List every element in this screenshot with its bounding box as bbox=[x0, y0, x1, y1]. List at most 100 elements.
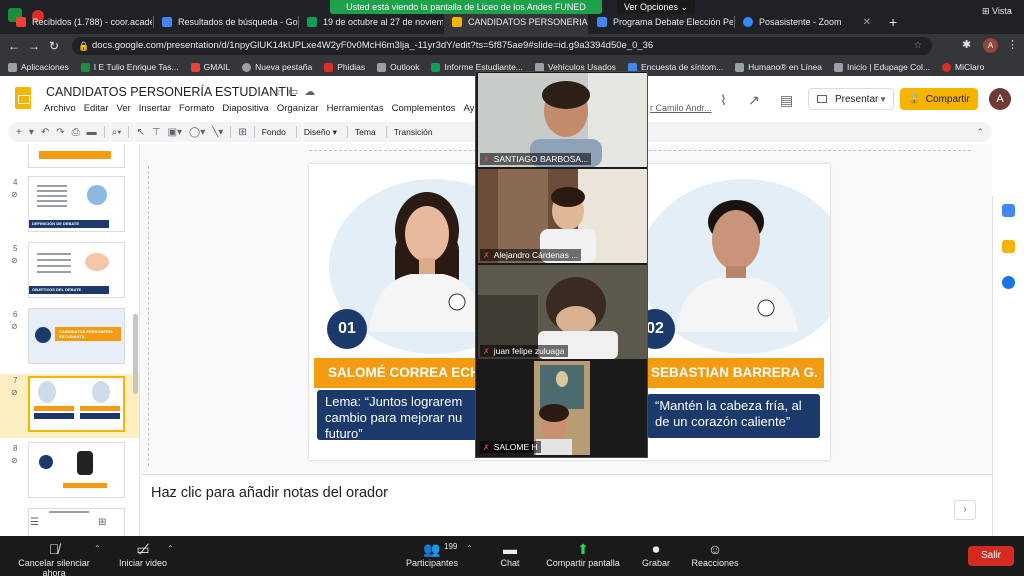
menu-diapositiva[interactable]: Diapositiva bbox=[222, 103, 268, 114]
bookmark-icon bbox=[735, 62, 745, 72]
bookmark-apps[interactable]: Aplicaciones bbox=[8, 62, 69, 72]
user-avatar[interactable]: A bbox=[989, 88, 1011, 110]
transition-button[interactable]: Transición bbox=[394, 127, 433, 137]
menu-complementos[interactable]: Complementos bbox=[392, 103, 456, 114]
bookmark-item[interactable]: Inicio | Edupage Col... bbox=[834, 62, 930, 72]
undo-icon[interactable]: ↶ bbox=[41, 127, 49, 138]
chevron-down-icon[interactable]: ▼ bbox=[879, 95, 887, 104]
menu-organizar[interactable]: Organizar bbox=[277, 103, 319, 114]
keep-icon[interactable] bbox=[1002, 240, 1015, 253]
bookmark-item[interactable]: MiClaro bbox=[942, 62, 984, 72]
print-icon[interactable]: ⎙ bbox=[72, 127, 80, 138]
unmute-button[interactable]: 🎙̸ Cancelar silenciar ahora bbox=[6, 540, 102, 576]
comment-history-icon[interactable]: ⌇ bbox=[720, 92, 727, 109]
reactions-button[interactable]: ☺ Reacciones bbox=[690, 540, 740, 568]
close-tab-icon[interactable]: ✕ bbox=[857, 17, 871, 28]
comment-add-icon[interactable]: ⊞ bbox=[238, 127, 246, 138]
participant-video[interactable]: ✗ SANTIAGO BARBOSA... bbox=[478, 73, 647, 167]
grid-view-icon[interactable]: ⊞ bbox=[98, 517, 106, 528]
theme-button[interactable]: Tema bbox=[355, 127, 376, 137]
last-edit-link[interactable]: r Camilo Andr... bbox=[650, 103, 712, 113]
menu-insertar[interactable]: Insertar bbox=[139, 103, 171, 114]
background-button[interactable]: Fondo bbox=[262, 127, 286, 137]
share-button[interactable]: 🔒 Compartir bbox=[900, 88, 978, 110]
menu-icon[interactable]: ⋮ bbox=[1007, 38, 1018, 51]
participant-video[interactable]: ✗ Alejandro Cárdenas ... bbox=[478, 169, 647, 263]
profile-avatar[interactable]: A bbox=[983, 38, 998, 53]
browser-tab[interactable]: Resultados de búsqueda - Goo ✕ bbox=[154, 10, 298, 34]
speaker-notes-area[interactable]: Haz clic para añadir notas del orador bbox=[141, 474, 992, 536]
new-slide-icon[interactable]: + bbox=[16, 127, 22, 138]
bookmark-icon bbox=[80, 62, 90, 72]
forward-icon[interactable]: → bbox=[24, 39, 44, 53]
start-video-button[interactable]: ▭̸ Iniciar video bbox=[114, 540, 172, 568]
chevron-up-icon[interactable]: ⌃ bbox=[167, 544, 174, 553]
bookmark-item[interactable]: I E Tulio Enrique Tas... bbox=[80, 62, 179, 72]
participant-video[interactable]: ✗ SALOME H bbox=[478, 361, 647, 455]
star-icon[interactable]: ☆ bbox=[272, 86, 288, 98]
filmstrip-view-icon[interactable]: ☰ bbox=[30, 517, 39, 528]
candidate2-name: SEBASTIAN BARRERA G. bbox=[637, 358, 824, 388]
redo-icon[interactable]: ↷ bbox=[56, 127, 64, 138]
view-options[interactable]: ⊞ Vista bbox=[982, 6, 1012, 17]
select-icon[interactable]: ↖ bbox=[136, 127, 144, 138]
image-icon[interactable]: ▣▾ bbox=[168, 127, 182, 138]
menu-ver[interactable]: Ver bbox=[117, 103, 131, 114]
menu-ayuda[interactable]: Ay bbox=[463, 103, 474, 114]
chat-button[interactable]: ▬ Chat bbox=[495, 540, 525, 568]
back-icon[interactable]: ← bbox=[4, 39, 24, 53]
filmstrip-scrollbar[interactable] bbox=[133, 314, 138, 394]
textbox-icon[interactable]: ⊤ bbox=[152, 127, 161, 138]
tasks-icon[interactable] bbox=[1002, 276, 1015, 289]
slide-thumbnail-selected[interactable] bbox=[28, 376, 125, 432]
paint-format-icon[interactable]: ▬ bbox=[87, 127, 97, 138]
browser-tab[interactable]: Recibidos (1.788) - coor.acade ✕ bbox=[8, 10, 152, 34]
reload-icon[interactable]: ↻ bbox=[44, 39, 64, 53]
chevron-up-icon[interactable]: ⌃ bbox=[466, 544, 473, 553]
expand-side-panel-icon[interactable]: › bbox=[954, 500, 976, 520]
slides-logo-icon[interactable] bbox=[15, 87, 31, 109]
bookmark-item[interactable]: Nueva pestaña bbox=[242, 62, 312, 72]
menu-formato[interactable]: Formato bbox=[179, 103, 214, 114]
activity-icon[interactable]: ↗ bbox=[748, 92, 760, 109]
zoom-video-panel[interactable]: ✗ SANTIAGO BARBOSA... ✗ Alejandro Cárdenas… bbox=[475, 71, 648, 458]
bookmark-item[interactable]: Humano® en Línea bbox=[735, 62, 822, 72]
chevron-up-icon[interactable]: ⌃ bbox=[94, 544, 101, 553]
slide-thumbnail[interactable] bbox=[28, 442, 125, 498]
shape-icon[interactable]: ◯▾ bbox=[189, 127, 205, 138]
comments-icon[interactable]: ▤ bbox=[780, 92, 793, 109]
bookmark-item[interactable]: Phidias bbox=[324, 62, 365, 72]
record-icon: ⏺ bbox=[652, 541, 660, 557]
url-input[interactable]: 🔒 docs.google.com/presentation/d/1npyGlU… bbox=[72, 37, 932, 55]
slide-thumbnail[interactable]: CANDIDATOS PERSONERÍA ESTUDIANTIL bbox=[28, 308, 125, 364]
collapse-toolbar-icon[interactable]: ⌃ bbox=[976, 127, 984, 138]
share-screen-button[interactable]: ⬆ Compartir pantalla bbox=[543, 540, 623, 568]
layout-button[interactable]: Diseño ▾ bbox=[304, 127, 337, 138]
chevron-down-icon[interactable]: ▾ bbox=[29, 127, 34, 138]
menu-editar[interactable]: Editar bbox=[84, 103, 109, 114]
slide-thumbnail[interactable]: OBJETIVOS DEL DEBATE bbox=[28, 242, 125, 298]
browser-tab[interactable]: Posasistente - Zoom ✕ bbox=[735, 10, 879, 34]
participant-name-label: ✗ SALOME H bbox=[480, 441, 541, 453]
record-button[interactable]: ⏺ Grabar bbox=[638, 540, 674, 568]
leave-meeting-button[interactable]: Salir bbox=[968, 546, 1014, 566]
link-icon: ⊘ bbox=[11, 456, 18, 465]
menu-archivo[interactable]: Archivo bbox=[44, 103, 76, 114]
slide-thumbnail[interactable] bbox=[28, 144, 125, 168]
calendar-icon[interactable] bbox=[1002, 204, 1015, 217]
bookmark-star-icon[interactable]: ☆ bbox=[913, 37, 922, 55]
document-title[interactable]: CANDIDATOS PERSONERÍA ESTUDIANTIL bbox=[46, 85, 296, 99]
slide-thumbnail[interactable]: DEFINICIÓN DE DEBATE bbox=[28, 176, 125, 232]
line-icon[interactable]: ╲▾ bbox=[212, 127, 223, 138]
present-button[interactable]: Presentar ▼ bbox=[808, 88, 894, 110]
view-options-button[interactable]: Ver Opciones ⌄ bbox=[617, 0, 695, 14]
bookmark-item[interactable]: Outlook bbox=[377, 62, 419, 72]
bookmark-item[interactable]: GMAIL bbox=[190, 62, 230, 72]
new-tab-button[interactable]: + bbox=[889, 14, 897, 30]
slide-thumbnail[interactable] bbox=[28, 508, 125, 536]
menu-herramientas[interactable]: Herramientas bbox=[327, 103, 384, 114]
participant-video[interactable]: ✗ juan felipe zuluaga bbox=[478, 265, 647, 359]
move-folder-icon[interactable]: ▭ bbox=[288, 86, 304, 98]
zoom-icon[interactable]: ⌕▾ bbox=[112, 127, 122, 138]
extensions-icon[interactable]: ✱ bbox=[962, 38, 971, 51]
